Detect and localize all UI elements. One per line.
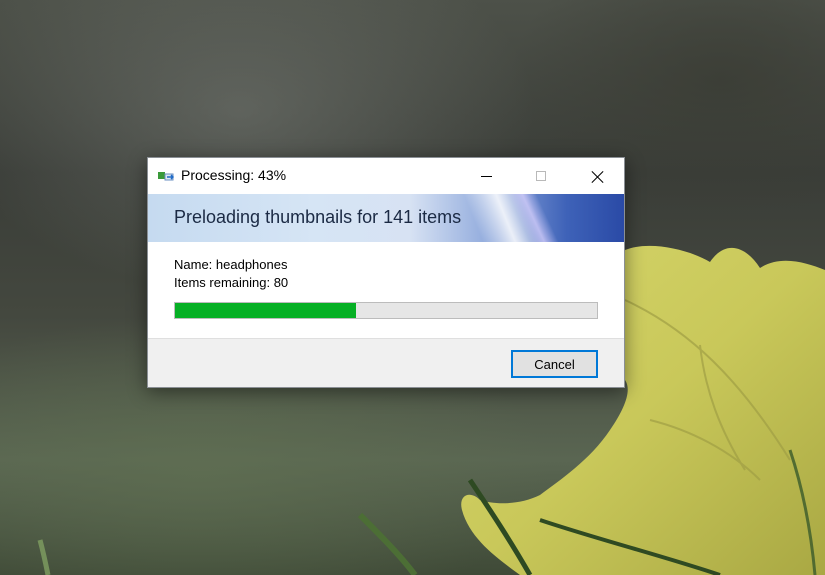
maximize-button[interactable] — [518, 158, 564, 194]
banner-heading: Preloading thumbnails for 141 items — [174, 207, 462, 227]
window-title: Processing: 43% — [181, 167, 287, 183]
progress-dialog: Processing: 43% Preloading thumbnails fo… — [147, 157, 625, 388]
progress-details: Name: headphones Items remaining: 80 — [174, 256, 288, 292]
title-bar[interactable]: Processing: 43% — [148, 158, 624, 194]
dialog-banner: Preloading thumbnails for 141 items — [148, 194, 624, 242]
progress-bar-fill — [175, 303, 357, 318]
progress-bar — [174, 302, 598, 319]
minimize-button[interactable] — [463, 158, 509, 194]
maximize-icon — [536, 171, 546, 181]
minimize-icon — [480, 175, 492, 177]
dialog-footer: Cancel — [148, 338, 624, 387]
close-icon — [591, 170, 604, 183]
file-copy-icon — [158, 172, 174, 181]
cancel-button[interactable]: Cancel — [511, 350, 598, 378]
items-remaining: Items remaining: 80 — [174, 275, 289, 290]
current-item-name: Name: headphones — [174, 257, 288, 272]
close-button[interactable] — [574, 158, 620, 194]
